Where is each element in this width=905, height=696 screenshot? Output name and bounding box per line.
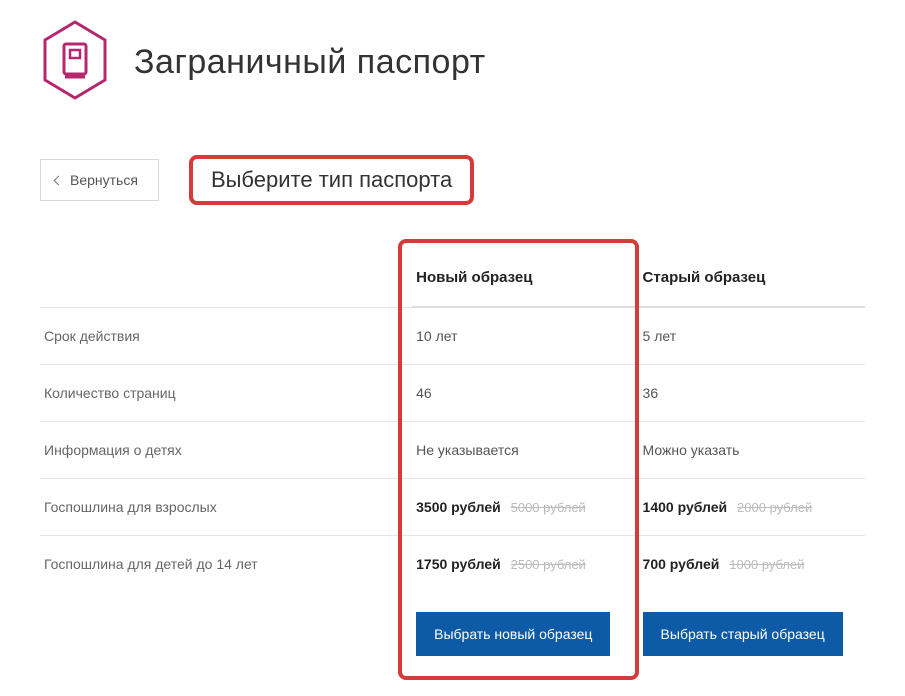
row-value-old: 700 рублей 1000 рублей	[639, 536, 865, 601]
back-button[interactable]: Вернуться	[40, 159, 159, 201]
row-value-new: 3500 рублей 5000 рублей	[412, 479, 638, 536]
table-row-buttons: Выбрать новый образец Выбрать старый обр…	[40, 600, 865, 676]
choose-old-button[interactable]: Выбрать старый образец	[643, 612, 843, 656]
row-value-old: Можно указать	[639, 422, 865, 479]
nav-row: Вернуться Выберите тип паспорта	[40, 155, 865, 205]
comparison-table: Новый образец Старый образец Срок действ…	[40, 249, 865, 676]
price-strike: 2000 рублей	[737, 500, 812, 515]
page-title: Заграничный паспорт	[134, 43, 486, 82]
price: 700 рублей	[643, 556, 720, 572]
price: 3500 рублей	[416, 499, 501, 515]
row-label: Госпошлина для взрослых	[40, 479, 412, 536]
table-row: Госпошлина для взрослых 3500 рублей 5000…	[40, 479, 865, 536]
table-row: Количество страниц 46 36	[40, 365, 865, 422]
row-value-old: 36	[639, 365, 865, 422]
row-value-new: Не указывается	[412, 422, 638, 479]
subtitle: Выберите тип паспорта	[211, 167, 452, 192]
row-value-new: 46	[412, 365, 638, 422]
price-strike: 1000 рублей	[729, 557, 804, 572]
row-label: Срок действия	[40, 307, 412, 365]
column-header-old: Старый образец	[639, 249, 865, 307]
row-label: Количество страниц	[40, 365, 412, 422]
row-value-new: 10 лет	[412, 307, 638, 365]
column-header-new: Новый образец	[412, 249, 638, 307]
passport-icon	[40, 20, 110, 105]
page-header: Заграничный паспорт	[40, 20, 865, 105]
price: 1750 рублей	[416, 556, 501, 572]
row-value-old: 5 лет	[639, 307, 865, 365]
comparison-table-wrap: Новый образец Старый образец Срок действ…	[40, 249, 865, 676]
price-strike: 5000 рублей	[511, 500, 586, 515]
chevron-left-icon	[54, 175, 64, 185]
table-row: Информация о детях Не указывается Можно …	[40, 422, 865, 479]
back-label: Вернуться	[70, 172, 138, 188]
row-value-old: 1400 рублей 2000 рублей	[639, 479, 865, 536]
row-label: Госпошлина для детей до 14 лет	[40, 536, 412, 601]
row-label: Информация о детях	[40, 422, 412, 479]
subtitle-highlight: Выберите тип паспорта	[189, 155, 474, 205]
price-strike: 2500 рублей	[511, 557, 586, 572]
choose-new-button[interactable]: Выбрать новый образец	[416, 612, 610, 656]
table-row: Срок действия 10 лет 5 лет	[40, 307, 865, 365]
price: 1400 рублей	[643, 499, 728, 515]
row-value-new: 1750 рублей 2500 рублей	[412, 536, 638, 601]
table-row: Госпошлина для детей до 14 лет 1750 рубл…	[40, 536, 865, 601]
